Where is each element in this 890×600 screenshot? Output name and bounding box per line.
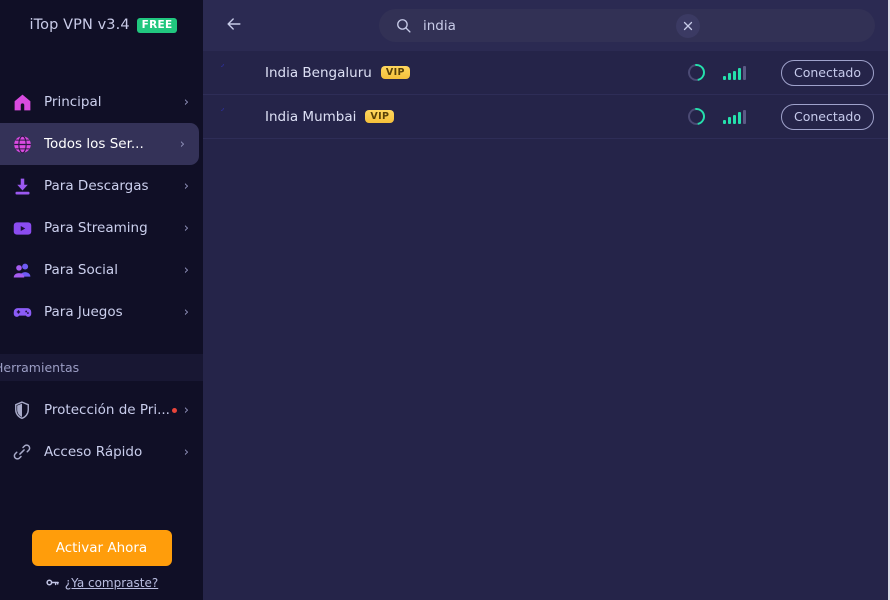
sidebar-item-para-streaming[interactable]: Para Streaming › [0,207,203,249]
sidebar-nav: Principal › Todos los Ser... › Para Desc… [0,81,203,333]
shield-icon [8,396,36,424]
sidebar-item-label: Acceso Rápido [44,444,143,460]
video-icon [8,214,36,242]
chevron-right-icon: › [183,178,189,194]
gamepad-icon [8,298,36,326]
activate-now-button[interactable]: Activar Ahora [31,530,172,566]
already-purchased-label: ¿Ya compraste? [64,575,159,590]
sidebar-item-todos-los-servidores[interactable]: Todos los Ser... › [0,123,199,165]
sidebar-item-acceso-rapido[interactable]: Acceso Rápido › [0,431,203,473]
chevron-right-icon: › [183,94,189,110]
chevron-right-icon: › [183,444,189,460]
upgrade-cta: Activar Ahora ¿Ya compraste? [0,530,203,590]
server-row[interactable]: India Bengaluru VIP Conectado [203,51,888,95]
search-icon [395,17,413,34]
download-icon [8,172,36,200]
india-flag-icon [221,63,247,82]
sidebar-item-para-juegos[interactable]: Para Juegos › [0,291,203,333]
spinner-icon [684,60,709,85]
status-button[interactable]: Conectado [780,59,874,86]
tools-section-header: Herramientas [0,354,203,381]
sidebar-item-principal[interactable]: Principal › [0,81,203,123]
sidebar-item-label: Para Social [44,262,118,278]
signal-bars-icon [722,65,746,80]
globe-icon [8,130,36,158]
vip-badge: VIP [380,65,410,80]
chevron-right-icon: › [183,402,189,418]
people-icon [8,256,36,284]
status-button[interactable]: Conectado [780,103,874,130]
spinner-icon [684,104,709,129]
server-name: India Mumbai [265,108,357,125]
vip-badge: VIP [365,109,395,124]
server-row[interactable]: India Mumbai VIP Conectado [203,95,888,139]
key-icon [45,575,60,590]
search-input[interactable] [423,17,863,34]
back-button[interactable] [221,13,247,39]
main-panel: India Bengaluru VIP Conectado India Mumbai V… [203,0,890,600]
chevron-right-icon: › [183,220,189,236]
tools-section-label: Herramientas [0,360,80,375]
brand-name: iTop VPN v3.4 [29,17,130,33]
notification-dot [171,407,177,413]
sidebar-item-para-descargas[interactable]: Para Descargas › [0,165,203,207]
link-icon [8,438,36,466]
brand: iTop VPN v3.4 FREE [0,0,203,50]
app-window: iTop VPN v3.4 FREE Principal › Todos los… [0,0,890,600]
sidebar-item-label: Para Descargas [44,178,149,194]
sidebar-item-label: Principal [44,94,102,110]
sidebar-item-label: Para Streaming [44,220,148,236]
sidebar: iTop VPN v3.4 FREE Principal › Todos los… [0,0,203,600]
sidebar-item-proteccion-privacidad[interactable]: Protección de Pri... › [0,389,203,431]
chevron-right-icon: › [183,262,189,278]
india-flag-icon [221,107,247,126]
search-bar[interactable] [379,9,875,42]
sidebar-item-label: Para Juegos [44,304,123,320]
chevron-right-icon: › [183,304,189,320]
signal-bars-icon [722,109,746,124]
close-icon [682,17,694,36]
arrow-left-icon [224,14,244,38]
already-purchased-link[interactable]: ¿Ya compraste? [45,575,158,590]
topbar [203,0,888,51]
sidebar-tools: Protección de Pri... › Acceso Rápido › [0,389,203,473]
sidebar-item-para-social[interactable]: Para Social › [0,249,203,291]
sidebar-item-label: Todos los Ser... [44,136,144,152]
home-icon [8,88,36,116]
server-name: India Bengaluru [265,64,372,81]
server-list[interactable]: India Bengaluru VIP Conectado India Mumbai V… [203,51,888,600]
free-badge: FREE [136,17,178,33]
chevron-right-icon: › [179,136,185,152]
clear-search-button[interactable] [676,14,700,38]
sidebar-item-label: Protección de Pri... [44,402,170,418]
